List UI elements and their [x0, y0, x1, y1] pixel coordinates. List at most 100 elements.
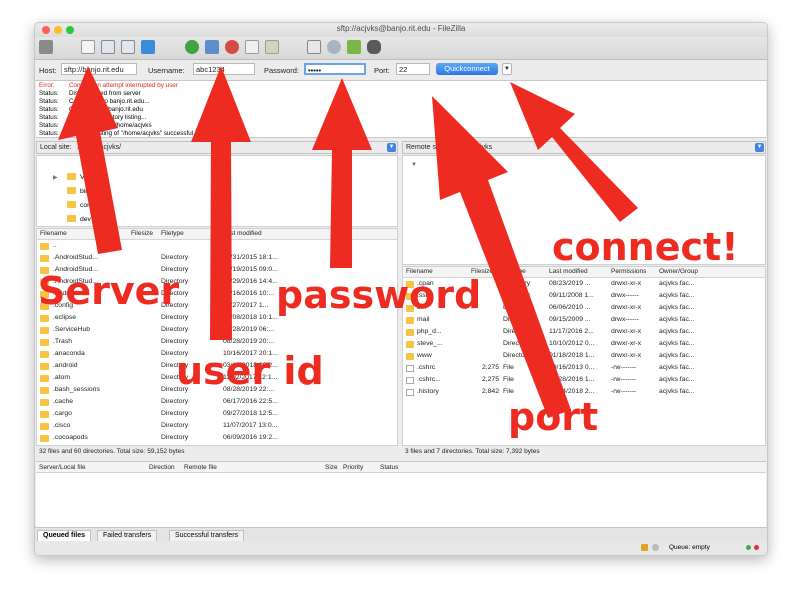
cell-owner: acjvks fac... [659, 328, 695, 335]
speed-limit-icon[interactable] [652, 544, 659, 551]
tree-item[interactable]: cores [67, 201, 97, 209]
cell-type: Directory [503, 316, 531, 323]
refresh-icon[interactable] [185, 40, 199, 54]
cell-size: 2,275 [481, 364, 499, 371]
tree-item[interactable]: bin [67, 187, 89, 195]
cell-perms: drwxr-xr-x [611, 280, 642, 287]
tree-item[interactable]: Volumes [67, 173, 106, 181]
local-file-row[interactable]: .. [37, 240, 397, 252]
local-file-row[interactable]: .Trash Directory 08/28/2019 20:... [37, 336, 397, 348]
folder-icon [40, 351, 49, 358]
remote-file-row[interactable]: www Directory 01/18/2018 1... drwxr-xr-x acj… [403, 350, 765, 362]
column-server-local-file[interactable]: Server/Local file [39, 464, 86, 471]
cell-type: Directory [161, 254, 189, 261]
local-file-row[interactable]: .cargo Directory 09/27/2018 12:5... [37, 408, 397, 420]
folder-icon[interactable] [455, 184, 468, 192]
column-size[interactable]: Size [325, 464, 338, 471]
local-file-row[interactable]: .cache Directory 06/17/2016 22:5... [37, 396, 397, 408]
transfer-queue-icon[interactable] [141, 40, 155, 54]
remote-path-value[interactable]: /home/acjvks [451, 144, 492, 151]
remote-file-row[interactable]: php_d... Directory 11/17/2016 2... drwxr-xr… [403, 326, 765, 338]
tree-item[interactable]: dev [67, 215, 91, 223]
tree-toggle-icon[interactable] [101, 40, 115, 54]
cell-perms: drwx------ [611, 316, 639, 323]
queue-status: Queue: empty [669, 544, 710, 551]
port-input[interactable]: 22 [396, 63, 430, 75]
cell-owner: acjvks fac... [659, 280, 695, 287]
local-file-row[interactable]: .condaDirectory08/19/2019 14:2... [37, 444, 397, 445]
quickconnect-history-dropdown[interactable]: ▼ [502, 63, 512, 75]
cell-modified: 01/19/2015 09:0... [223, 266, 278, 273]
cell-owner: acjvks fac... [659, 292, 695, 299]
process-queue-icon[interactable] [205, 40, 219, 54]
cell-modified: 09/15/2009 ... [549, 316, 591, 323]
password-input[interactable]: ••••• [304, 63, 366, 75]
local-file-row[interactable]: .cocoapods Directory 06/09/2016 19:2... [37, 432, 397, 444]
remote-path-bar[interactable]: Remote site: /home/acjvks ▼ [402, 141, 766, 154]
log-line: Status: Connected to banjo.rit.edu [39, 106, 143, 113]
column-status[interactable]: Status [380, 464, 398, 471]
cancel-icon[interactable] [225, 40, 239, 54]
cell-size: 2,842 [481, 388, 499, 395]
chevron-down-icon[interactable]: ▼ [387, 143, 396, 152]
status-bar: Queue: empty [35, 541, 767, 555]
local-file-row[interactable]: .AndroidStud... Directory 12/31/2015 18:1.… [37, 252, 397, 264]
cell-type: Directory [503, 340, 531, 347]
file-icon [406, 365, 414, 372]
local-file-row[interactable]: .cisco Directory 11/07/2017 13:0... [37, 420, 397, 432]
annotation-user-id: user id [176, 349, 324, 393]
compare-icon[interactable] [347, 40, 361, 54]
chevron-down-icon[interactable]: ▼ [755, 143, 764, 152]
folder-icon [40, 339, 49, 346]
reconnect-icon[interactable] [265, 40, 279, 54]
cell-type: Directory [161, 398, 189, 405]
folder-icon [406, 353, 414, 360]
column-last-modified[interactable]: Last modified [549, 268, 588, 275]
column-filesize[interactable]: Filesize [131, 230, 153, 237]
password-label: Password: [264, 66, 300, 75]
cell-type: Directory [161, 338, 189, 345]
log-line: Status: Disconnected from server [39, 90, 141, 97]
title-bar: sftp://acjvks@banjo.rit.edu - FileZilla [35, 23, 767, 37]
quickconnect-bar: Host: sftp://banjo.rit.edu Username: abc… [35, 60, 767, 81]
host-input[interactable]: sftp://banjo.rit.edu [61, 63, 137, 75]
expand-arrow-icon[interactable]: ▶ [53, 174, 58, 181]
local-file-row[interactable]: .ServiceHub Directory 02/28/2019 06:... [37, 324, 397, 336]
remote-file-row[interactable]: steve_... Directory 10/10/2012 0... drwxr-x… [403, 338, 765, 350]
username-input[interactable]: abc1234 [193, 63, 255, 75]
remote-file-row[interactable]: .cshrc 2,275 File 10/16/2013 0... -rw-------… [403, 362, 765, 374]
cell-type: Directory [161, 314, 189, 321]
binoculars-icon[interactable] [367, 40, 381, 54]
column-filetype[interactable]: Filetype [503, 268, 526, 275]
column-permissions[interactable]: Permissions [611, 268, 646, 275]
column-last-modified[interactable]: Last modified [223, 230, 262, 237]
remote-file-row[interactable]: .cshrc... 2,275 File 04/28/2016 1... -rw----… [403, 374, 765, 386]
column-filename[interactable]: Filename [40, 230, 67, 237]
cell-name: .cocoapods [53, 434, 88, 441]
column-filetype[interactable]: Filetype [161, 230, 184, 237]
expand-arrow-icon[interactable]: ▼ [411, 162, 417, 168]
quickconnect-button[interactable]: Quickconnect [436, 63, 498, 75]
annotation-port: port [508, 395, 599, 439]
message-log: Error: Connection attempt interrupted by … [36, 81, 766, 138]
log-line: Status: Listing directory /home/acjvks [39, 122, 152, 129]
annotation-password: password [276, 273, 482, 317]
remote-tree-icon[interactable] [121, 40, 135, 54]
column-direction[interactable]: Direction [149, 464, 175, 471]
column-priority[interactable]: Priority [343, 464, 363, 471]
cell-modified: 10/10/2012 0... [549, 340, 595, 347]
column-remote-file[interactable]: Remote file [184, 464, 217, 471]
site-manager-icon[interactable] [39, 40, 53, 54]
column-owner-group[interactable]: Owner/Group [659, 268, 698, 275]
filter-icon[interactable] [307, 40, 321, 54]
search-icon[interactable] [327, 40, 341, 54]
window-title: sftp://acjvks@banjo.rit.edu - FileZilla [336, 24, 466, 33]
log-line: Status: Retrieving directory listing... [39, 114, 147, 121]
local-path-bar[interactable]: Local site: /Users/acjvks/ ▼ [36, 141, 398, 154]
cancel-transfer-icon[interactable] [245, 40, 259, 54]
log-toggle-icon[interactable] [81, 40, 95, 54]
local-path-value[interactable]: /Users/acjvks/ [77, 144, 121, 151]
file-icon [406, 389, 414, 396]
cell-name: .AndroidStud... [53, 254, 98, 261]
cell-name: www [417, 352, 432, 359]
